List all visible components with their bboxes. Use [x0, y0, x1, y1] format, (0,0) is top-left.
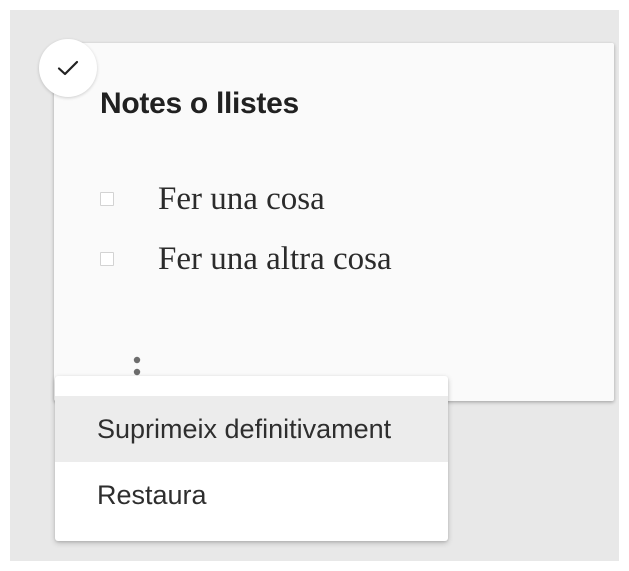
select-note-button[interactable]: [39, 39, 97, 97]
menu-item-label: Suprimeix definitivament: [97, 413, 392, 444]
context-menu: Suprimeix definitivament Restaura: [55, 376, 448, 541]
checklist-item-text: Fer una cosa: [158, 181, 325, 217]
checkbox[interactable]: [100, 252, 114, 266]
note-title: Notes o llistes: [100, 87, 299, 120]
menu-item-restore[interactable]: Restaura: [55, 462, 448, 528]
note-card[interactable]: Notes o llistes Fer una cosa Fer una alt…: [54, 43, 614, 401]
checklist-item-text: Fer una altra cosa: [158, 241, 392, 277]
check-icon: [57, 60, 79, 76]
menu-item-delete-forever[interactable]: Suprimeix definitivament: [55, 396, 448, 462]
checkbox[interactable]: [100, 192, 114, 206]
workspace-background: Notes o llistes Fer una cosa Fer una alt…: [10, 10, 619, 561]
checklist-item: Fer una altra cosa: [100, 229, 392, 289]
checklist: Fer una cosa Fer una altra cosa: [100, 169, 392, 289]
menu-item-label: Restaura: [97, 479, 207, 510]
checklist-item: Fer una cosa: [100, 169, 392, 229]
